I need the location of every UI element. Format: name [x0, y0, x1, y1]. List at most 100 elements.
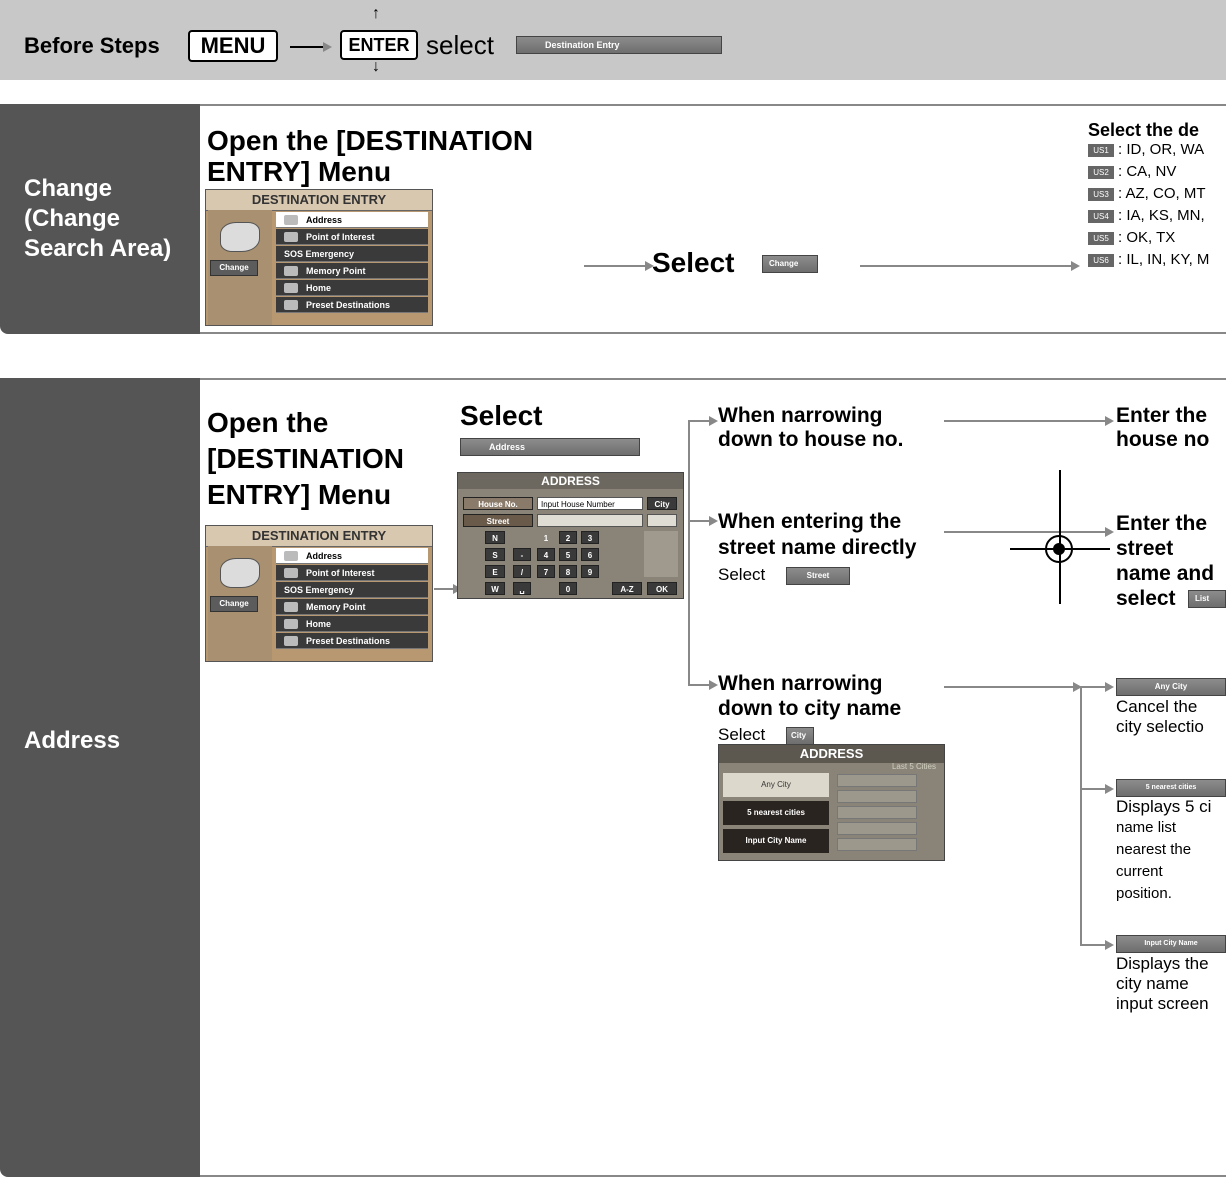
key-7[interactable]: 7	[537, 565, 555, 578]
input-city-name-option[interactable]: Input City Name	[723, 829, 829, 853]
any-city-option[interactable]: Any City	[723, 773, 829, 797]
key-9[interactable]: 9	[581, 565, 599, 578]
arrow-down-icon: ↓	[372, 58, 380, 75]
key-3[interactable]: 3	[581, 531, 599, 544]
branch-city-select: Select	[718, 725, 766, 744]
key-4[interactable]: 4	[537, 548, 555, 561]
az-button[interactable]: A-Z	[612, 582, 642, 595]
region-text: : IA, KS, MN,	[1118, 207, 1205, 224]
key-5[interactable]: 5	[559, 548, 577, 561]
dest-item-address[interactable]: Address	[276, 212, 428, 228]
key-space[interactable]: ␣	[513, 582, 531, 595]
sos-icon: SOS	[284, 585, 304, 595]
dest-item-label: Home	[306, 619, 332, 629]
pin-icon	[284, 636, 298, 646]
input-city-name-button[interactable]: Input City Name	[1116, 935, 1226, 953]
back-arrow-panel[interactable]	[644, 531, 678, 577]
dest-title: DESTINATION ENTRY	[206, 526, 432, 547]
nearest-desc-2: name list	[1116, 819, 1177, 836]
key-w[interactable]: W	[485, 582, 505, 595]
nearest-cities-button[interactable]: 5 nearest cities	[1116, 779, 1226, 797]
any-city-desc-1: Cancel the	[1116, 697, 1198, 716]
house-no-tab[interactable]: House No.	[463, 497, 533, 510]
branch-city-1: When narrowing	[718, 672, 883, 695]
arrow-icon	[688, 516, 718, 526]
enter-street-1: Enter the	[1116, 512, 1208, 535]
address-heading-2: [DESTINATION	[207, 443, 405, 474]
city-field[interactable]	[647, 514, 677, 527]
dest-item-emergency[interactable]: SOS Emergency	[276, 246, 428, 262]
envelope-icon	[284, 551, 298, 561]
change-button[interactable]: Change	[762, 255, 818, 273]
key-slash[interactable]: /	[513, 565, 531, 578]
dest-item-poi[interactable]: Point of Interest	[276, 229, 428, 245]
input-desc-1: Displays the	[1116, 954, 1209, 973]
arrow-icon	[944, 416, 1114, 426]
key-0[interactable]: 0	[559, 582, 577, 595]
street-input[interactable]	[537, 514, 643, 527]
region-tag: US3	[1088, 188, 1114, 201]
input-desc-3: input screen	[1116, 994, 1209, 1013]
crosshair-icon	[1053, 543, 1065, 555]
last-city-slot[interactable]	[837, 806, 917, 819]
dest-item-memory[interactable]: Memory Point	[276, 263, 428, 279]
destination-entry-screen: DESTINATION ENTRY Change Address Point o…	[205, 525, 433, 662]
dest-item-poi[interactable]: Point of Interest	[276, 565, 428, 581]
key-s[interactable]: S	[485, 548, 505, 561]
dest-item-memory[interactable]: Memory Point	[276, 599, 428, 615]
last-city-slot[interactable]	[837, 838, 917, 851]
dest-item-label: Preset Destinations	[306, 300, 391, 310]
change-heading-1: Open the [DESTINATION	[207, 125, 534, 156]
key-2[interactable]: 2	[559, 531, 577, 544]
list-button[interactable]: List	[1188, 590, 1226, 608]
arrow-icon	[584, 261, 654, 271]
any-city-button[interactable]: Any City	[1116, 678, 1226, 696]
dest-change-button[interactable]: Change	[210, 260, 258, 276]
address-keypad-screen: ADDRESS House No. Input House Number Cit…	[457, 472, 684, 599]
region-row: US4: IA, KS, MN,	[1088, 207, 1205, 225]
ok-button[interactable]: OK	[647, 582, 677, 595]
change-select-word: Select	[652, 247, 735, 278]
branch-house-2: down to house no.	[718, 428, 904, 451]
nearest-cities-option[interactable]: 5 nearest cities	[723, 801, 829, 825]
poi-icon	[284, 568, 298, 578]
nearest-desc-4: current	[1116, 863, 1163, 880]
arrow-icon	[434, 584, 462, 594]
dest-change-button[interactable]: Change	[210, 596, 258, 612]
dest-item-label: Address	[306, 215, 343, 225]
pin-icon	[284, 300, 298, 310]
house-number-input[interactable]: Input House Number	[537, 497, 643, 510]
dest-item-address[interactable]: Address	[276, 548, 428, 564]
city-select-button[interactable]: City	[786, 727, 814, 745]
key-dash[interactable]: -	[513, 548, 531, 561]
key-6[interactable]: 6	[581, 548, 599, 561]
last-city-slot[interactable]	[837, 790, 917, 803]
enter-key[interactable]: ENTER	[340, 30, 418, 60]
city-title: ADDRESS	[719, 745, 944, 763]
last-city-slot[interactable]	[837, 822, 917, 835]
poi-icon	[284, 232, 298, 242]
arrow-icon	[688, 416, 718, 426]
city-button[interactable]: City	[647, 497, 677, 510]
address-heading-1: Open the	[207, 407, 329, 438]
enter-street-2: street	[1116, 537, 1174, 560]
dest-item-preset[interactable]: Preset Destinations	[276, 297, 428, 313]
key-n[interactable]: N	[485, 531, 505, 544]
dest-item-preset[interactable]: Preset Destinations	[276, 633, 428, 649]
dest-item-home[interactable]: Home	[276, 616, 428, 632]
dest-item-home[interactable]: Home	[276, 280, 428, 296]
arrow-icon	[1080, 682, 1114, 692]
destination-entry-button[interactable]: Destination Entry	[516, 36, 722, 54]
street-tab[interactable]: Street	[463, 514, 533, 527]
menu-key[interactable]: MENU	[188, 30, 278, 62]
dest-item-emergency[interactable]: SOS Emergency	[276, 582, 428, 598]
address-button[interactable]: Address	[460, 438, 640, 456]
region-text: : OK, TX	[1118, 229, 1176, 246]
key-e[interactable]: E	[485, 565, 505, 578]
street-button[interactable]: Street	[786, 567, 850, 585]
last-city-slot[interactable]	[837, 774, 917, 787]
pin-icon	[284, 602, 298, 612]
key-8[interactable]: 8	[559, 565, 577, 578]
key-1[interactable]: 1	[537, 531, 555, 544]
dest-item-label: Memory Point	[306, 266, 366, 276]
